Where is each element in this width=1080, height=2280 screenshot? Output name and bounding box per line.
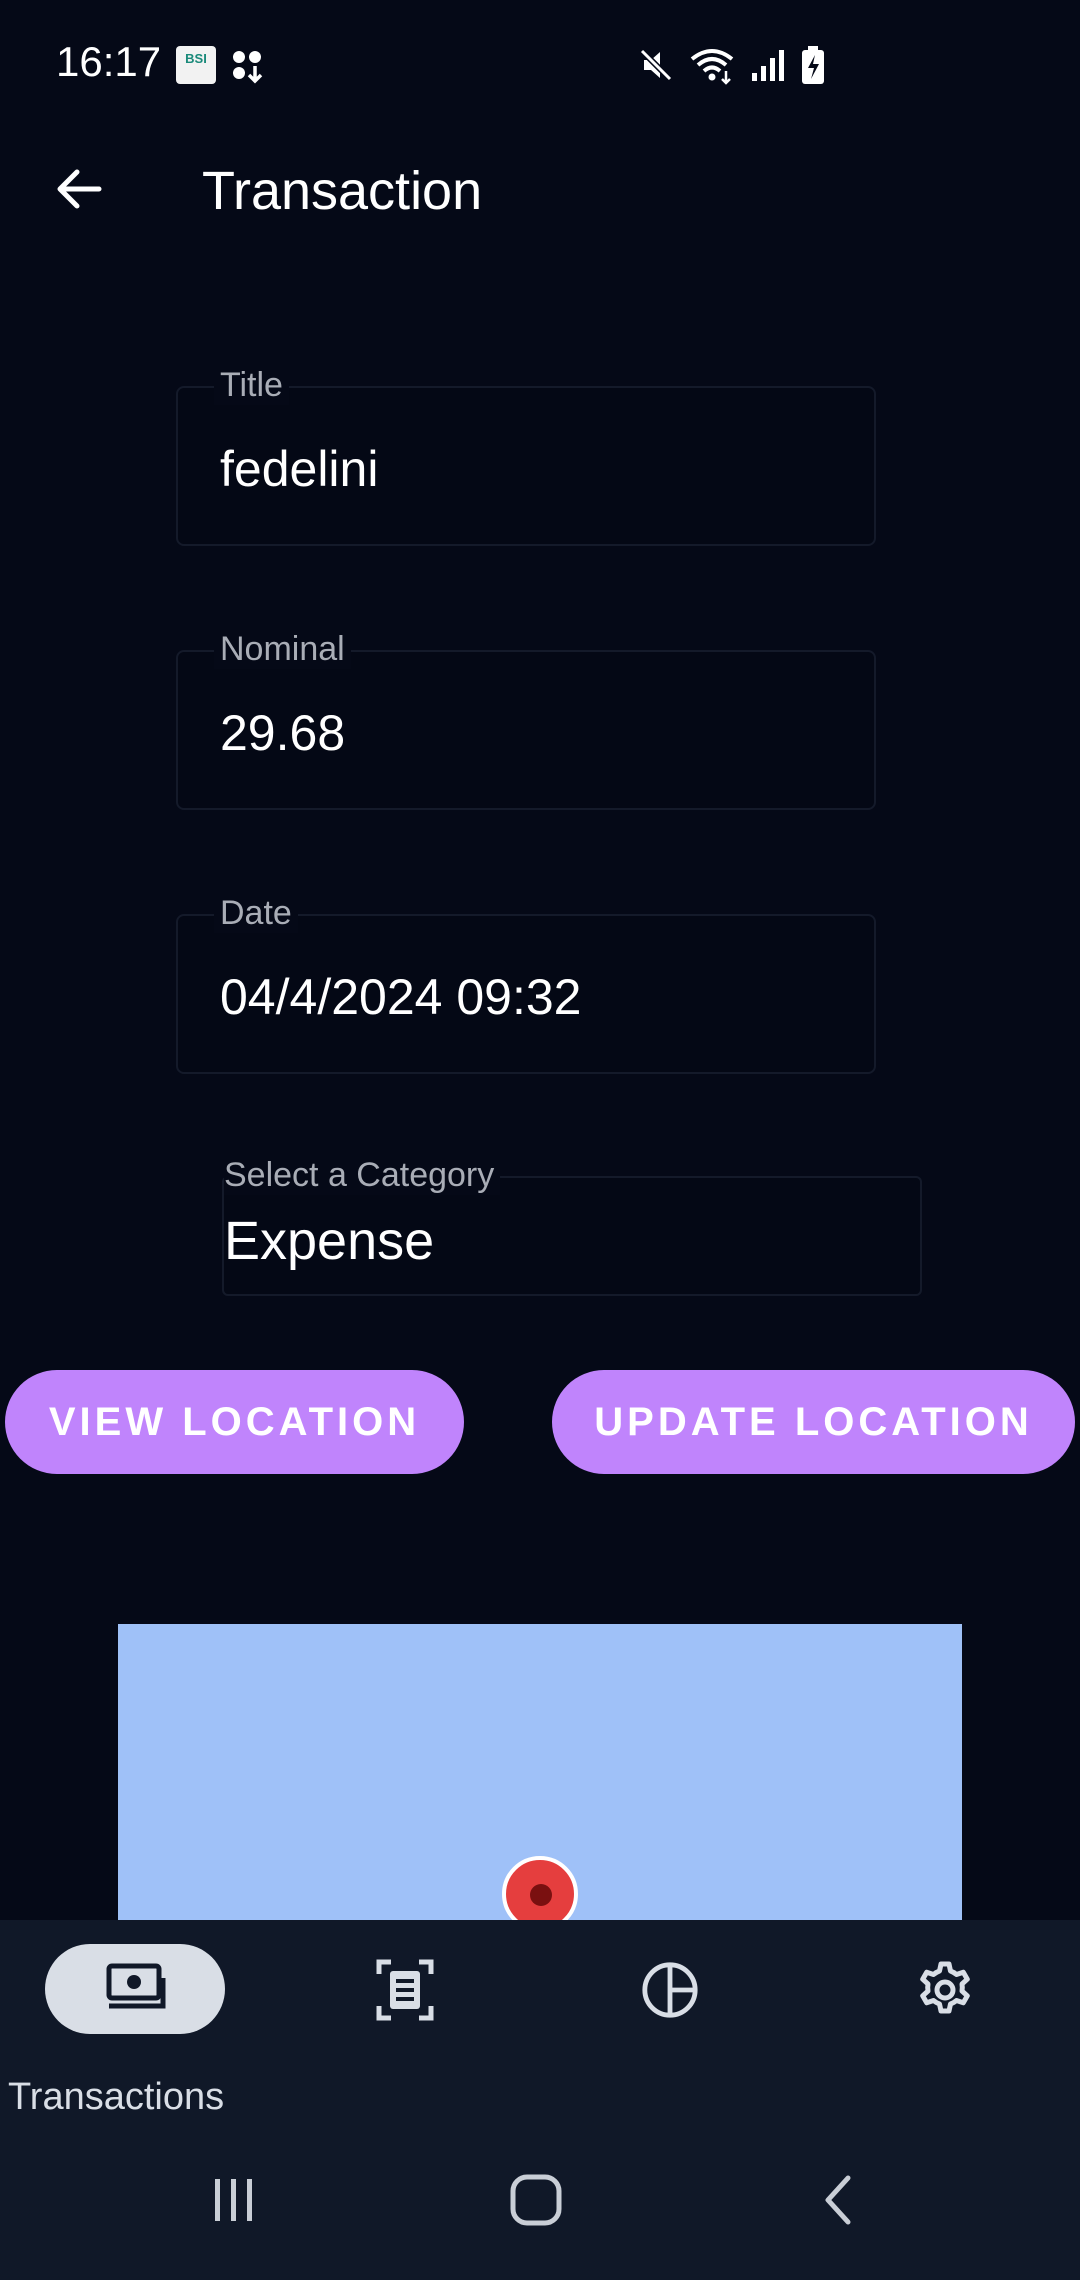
gear-icon [915,1960,975,2020]
mute-icon [638,47,674,83]
signal-icon [750,47,786,83]
bsi-app-icon: BSI [176,46,216,84]
recents-button[interactable] [194,2170,274,2234]
wifi-icon [688,45,736,85]
category-select-value: Expense [224,1211,435,1271]
map-pin-icon[interactable] [502,1856,578,1920]
bottom-navigation: Transactions [0,1920,1080,2118]
title-field[interactable]: Title fedelini [176,366,876,546]
app-screen: 16:17 BSI Transaction Title fedelini Nom… [0,0,1080,2280]
page-title: Transaction [202,161,483,221]
pie-chart-icon [640,1960,700,2020]
home-button[interactable] [496,2170,576,2234]
system-navigation-bar [0,2110,1080,2280]
category-select-label: Select a Category [224,1156,501,1195]
back-button[interactable] [44,156,114,226]
category-select[interactable]: Select a Category Expense [222,1156,922,1296]
status-bar: 16:17 BSI [0,0,1080,130]
nominal-field-value: 29.68 [220,705,346,761]
nominal-field-label: Nominal [214,630,351,669]
nav-item-scan[interactable] [270,1920,540,2110]
title-field-label: Title [214,366,289,405]
nav-active-indicator [45,1944,225,2034]
location-map[interactable] [118,1624,962,1920]
map-pin-center [530,1884,552,1906]
date-field-value: 04/4/2024 09:32 [220,969,582,1025]
update-location-button[interactable]: UPDATE LOCATION [552,1370,1075,1474]
status-time: 16:17 [56,38,162,85]
system-back-icon [818,2172,858,2233]
battery-charging-icon [800,45,826,85]
status-icons [638,44,826,86]
recents-icon [209,2175,259,2230]
nav-item-settings[interactable] [810,1920,1080,2110]
nav-item-transactions[interactable]: Transactions [0,1920,270,2118]
cash-stack-icon [103,1962,167,2017]
date-field-label: Date [214,894,298,933]
arrow-left-icon [53,163,105,220]
home-icon [508,2172,564,2233]
system-back-button[interactable] [798,2170,878,2234]
top-app-bar: Transaction [0,130,1080,250]
view-location-button[interactable]: VIEW LOCATION [5,1370,464,1474]
nominal-field[interactable]: Nominal 29.68 [176,630,876,810]
notification-grid-icon [230,48,266,84]
receipt-scan-icon [375,1959,435,2021]
date-field[interactable]: Date 04/4/2024 09:32 [176,894,876,1074]
nav-item-statistics[interactable] [540,1920,810,2110]
title-field-value: fedelini [220,441,379,497]
